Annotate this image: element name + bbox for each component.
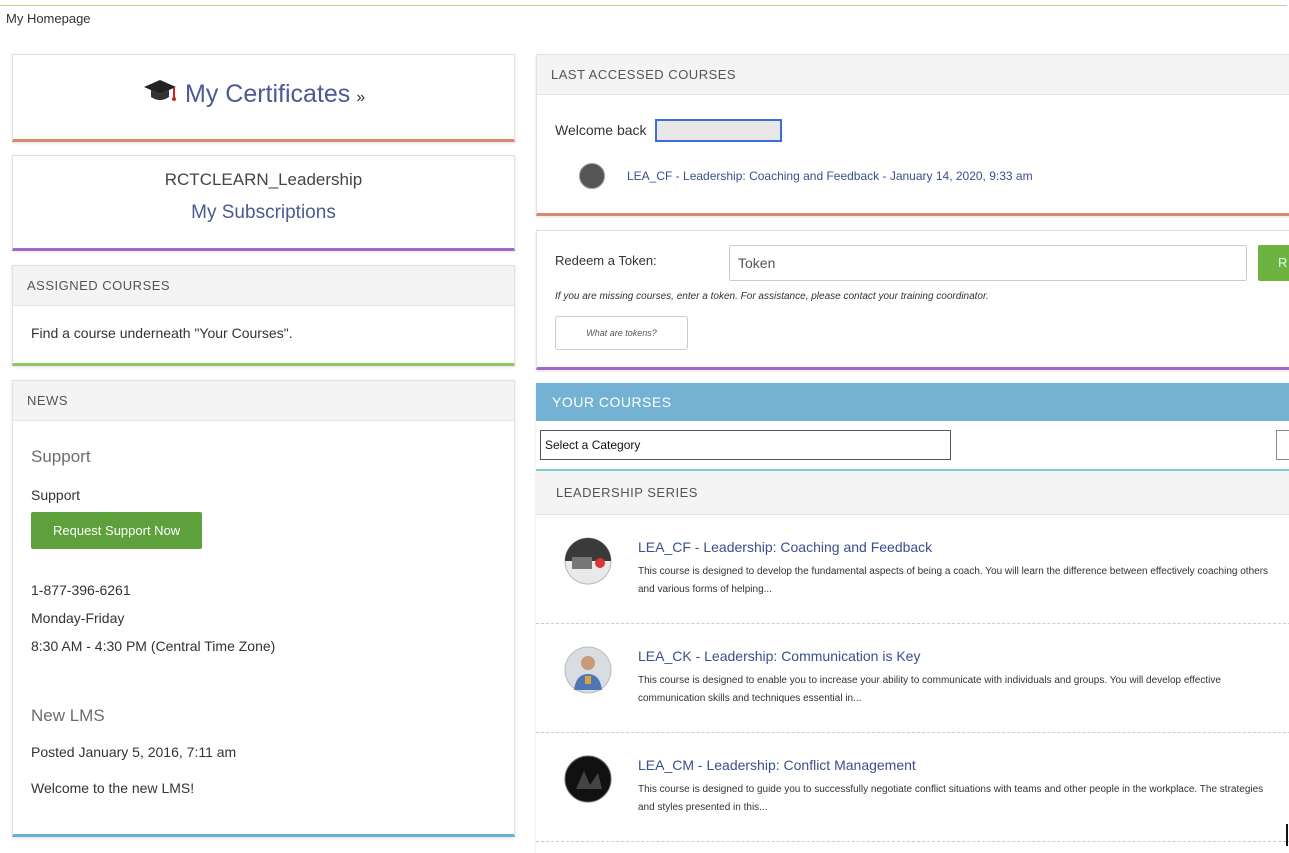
- news-header: NEWS: [13, 381, 514, 421]
- news-lms-posted: Posted January 5, 2016, 7:11 am: [31, 744, 237, 760]
- category-filter-row: Select a Category: [536, 421, 1289, 471]
- double-chevron-right-icon: »: [356, 88, 366, 106]
- last-accessed-header: LAST ACCESSED COURSES: [537, 55, 1289, 95]
- what-are-tokens-button[interactable]: What are tokens?: [555, 316, 688, 350]
- certificates-card: My Certificates »: [12, 54, 515, 142]
- course-item[interactable]: LEA_CF - Leadership: Coaching and Feedba…: [536, 515, 1289, 624]
- your-courses-header: YOUR COURSES: [536, 383, 1289, 421]
- subscription-name: RCTCLEARN_Leadership: [164, 170, 363, 189]
- my-subscriptions-link[interactable]: My Subscriptions: [13, 202, 514, 224]
- my-certificates-link[interactable]: My Certificates »: [143, 77, 365, 112]
- course-description: This course is designed to enable you to…: [638, 675, 1221, 704]
- course-item[interactable]: LEA_CK - Leadership: Communication is Ke…: [536, 624, 1289, 733]
- redeem-token-label: Redeem a Token:: [555, 253, 657, 268]
- leadership-series-header: LEADERSHIP SERIES: [536, 471, 1289, 515]
- redeem-button[interactable]: R: [1258, 245, 1289, 281]
- last-accessed-course-link[interactable]: LEA_CF - Leadership: Coaching and Feedba…: [627, 169, 1033, 183]
- last-accessed-item[interactable]: LEA_CF - Leadership: Coaching and Feedba…: [579, 163, 1033, 189]
- course-thumbnail-icon: [579, 163, 605, 189]
- news-lms-heading: New LMS: [31, 706, 105, 725]
- conflict-thumbnail-icon: [564, 755, 612, 803]
- top-divider: [0, 5, 1287, 6]
- course-description: This course is designed to guide you to …: [638, 784, 1264, 813]
- support-days: Monday-Friday: [31, 610, 125, 626]
- my-certificates-label: My Certificates: [185, 80, 351, 108]
- category-select[interactable]: Select a Category: [540, 430, 951, 460]
- graduation-cap-icon: [143, 77, 177, 112]
- assigned-courses-card: ASSIGNED COURSES Find a course underneat…: [12, 265, 515, 366]
- course-description: This course is designed to develop the f…: [638, 566, 1269, 595]
- secondary-filter-select[interactable]: [1276, 430, 1289, 460]
- course-title[interactable]: LEA_CK - Leadership: Communication is Ke…: [638, 648, 920, 664]
- redeem-token-card: Redeem a Token: Token R If you are missi…: [536, 230, 1289, 370]
- redacted-username: [655, 119, 782, 142]
- support-phone: 1-877-396-6261: [31, 582, 131, 598]
- course-item[interactable]: LEA_CM - Leadership: Conflict Management…: [536, 733, 1289, 842]
- communication-thumbnail-icon: [564, 646, 612, 694]
- last-accessed-card: LAST ACCESSED COURSES Welcome back LEA_C…: [536, 54, 1289, 216]
- news-card: NEWS Support Support Request Support Now…: [12, 380, 515, 837]
- subscriptions-card: RCTCLEARN_Leadership My Subscriptions: [12, 155, 515, 251]
- token-input[interactable]: Token: [729, 245, 1247, 281]
- assigned-courses-header: ASSIGNED COURSES: [13, 266, 514, 306]
- assigned-courses-text: Find a course underneath "Your Courses".: [31, 325, 293, 341]
- coaching-thumbnail-icon: [564, 537, 612, 585]
- text-cursor: [1286, 824, 1288, 846]
- news-support-text: Support: [31, 487, 81, 503]
- welcome-back-text: Welcome back: [555, 122, 647, 138]
- news-support-heading: Support: [31, 447, 91, 466]
- course-title[interactable]: LEA_CM - Leadership: Conflict Management: [638, 757, 916, 773]
- your-courses-card: YOUR COURSES Select a Category LEADERSHI…: [536, 383, 1289, 853]
- course-title[interactable]: LEA_CF - Leadership: Coaching and Feedba…: [638, 539, 932, 555]
- token-help-text: If you are missing courses, enter a toke…: [555, 291, 989, 302]
- request-support-button[interactable]: Request Support Now: [31, 512, 203, 549]
- breadcrumb[interactable]: My Homepage: [6, 11, 91, 26]
- news-lms-text: Welcome to the new LMS!: [31, 780, 195, 796]
- support-hours: 8:30 AM - 4:30 PM (Central Time Zone): [31, 638, 276, 654]
